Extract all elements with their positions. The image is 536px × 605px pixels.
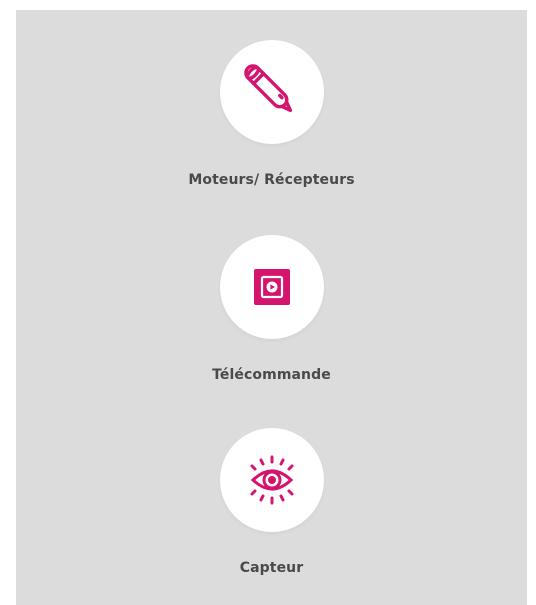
category-remote-control[interactable]: Télécommande [16,235,527,383]
sensor-icon-circle[interactable] [219,428,324,532]
motor-icon-circle[interactable] [219,40,324,144]
category-label: Télécommande [212,367,331,383]
category-label: Moteurs/ Récepteurs [188,172,355,188]
category-label: Capteur [239,560,304,576]
eye-sensor-icon [250,455,293,505]
motor-tube-icon [243,64,292,113]
category-panel: Moteurs/ Récepteurs Télécommande Capteur [16,10,527,605]
category-sensor[interactable]: Capteur [16,428,527,576]
remote-icon-circle[interactable] [219,235,324,339]
remote-control-icon [253,269,290,305]
category-motors-receivers[interactable]: Moteurs/ Récepteurs [16,40,527,188]
